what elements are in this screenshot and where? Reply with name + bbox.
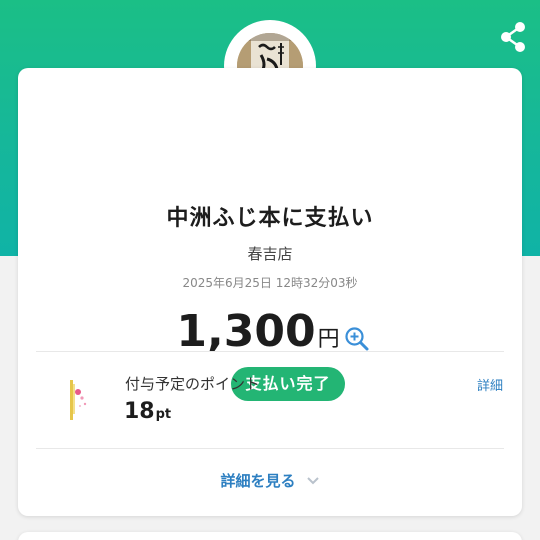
divider: [36, 351, 504, 352]
currency-unit: 円: [317, 327, 340, 352]
chevron-down-icon: [306, 476, 319, 484]
show-details-button[interactable]: 詳細を見る: [0, 470, 540, 491]
points-label: 付与予定のポイント: [125, 375, 261, 393]
points-value: 18pt: [124, 399, 171, 424]
store-name: 春吉店: [247, 245, 293, 263]
zoom-in-icon: [344, 326, 369, 350]
points-icon: [56, 376, 96, 424]
points-amount: 18: [124, 399, 155, 424]
points-unit: pt: [155, 407, 172, 422]
show-details-label: 詳細を見る: [220, 472, 296, 490]
merchant-name: 中洲ふじ本に支払い: [166, 206, 374, 231]
amount-row: 1,300 円: [18, 306, 522, 357]
points-detail-link[interactable]: 詳細: [477, 375, 503, 394]
zoom-button[interactable]: [344, 326, 370, 352]
divider: [36, 448, 504, 449]
next-card: [18, 532, 522, 540]
payment-amount: 1,300: [176, 306, 316, 357]
share-button[interactable]: [498, 20, 528, 54]
share-icon: [501, 22, 525, 52]
payment-timestamp: 2025年6月25日 12時32分03秒: [182, 276, 358, 290]
